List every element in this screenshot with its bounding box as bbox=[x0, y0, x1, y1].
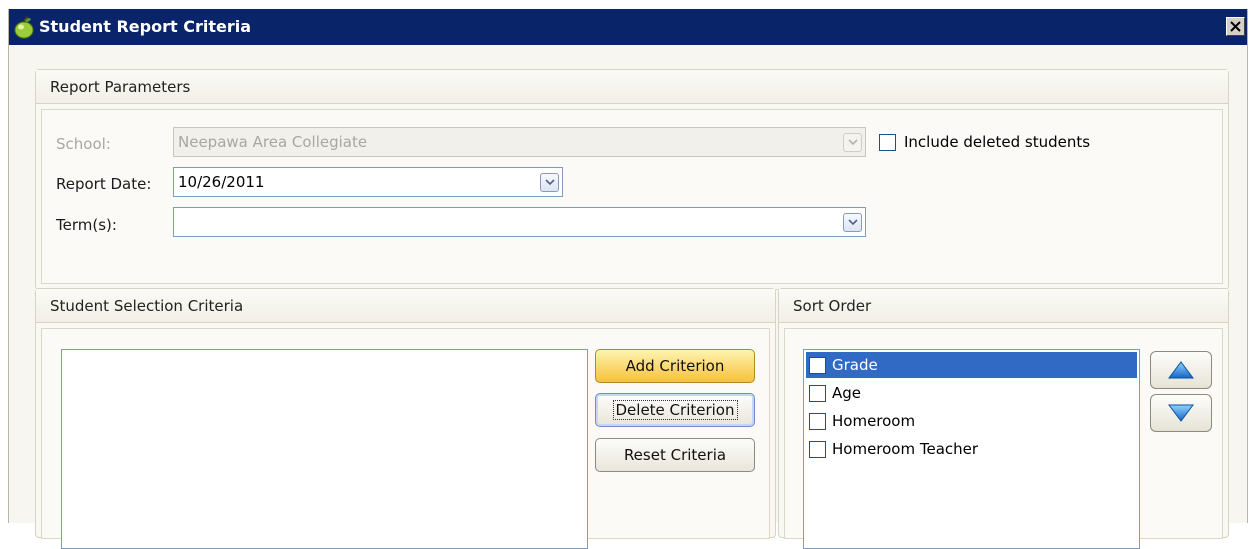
sort-item-label: Homeroom Teacher bbox=[832, 440, 979, 458]
delete-criterion-label: Delete Criterion bbox=[612, 400, 738, 420]
school-combo: Neepawa Area Collegiate bbox=[173, 127, 866, 157]
report-date-picker[interactable]: 10/26/2011 bbox=[173, 167, 563, 197]
arrow-up-icon bbox=[1168, 361, 1194, 379]
chevron-down-icon bbox=[847, 139, 858, 146]
sort-item-grade[interactable]: Grade bbox=[806, 352, 1137, 378]
include-deleted-row[interactable]: Include deleted students bbox=[879, 133, 1090, 151]
selection-criteria-body: Add Criterion Delete Criterion Reset Cri… bbox=[41, 328, 770, 549]
sort-order-panel: Sort Order Grade Age Homeroom Homeroom T… bbox=[778, 288, 1229, 549]
terms-combo[interactable] bbox=[173, 207, 866, 237]
apple-app-icon bbox=[14, 16, 34, 39]
chevron-down-icon bbox=[544, 179, 555, 186]
selection-criteria-panel: Student Selection Criteria Add Criterion… bbox=[35, 288, 776, 549]
sort-item-label: Grade bbox=[832, 356, 878, 374]
close-button[interactable] bbox=[1226, 17, 1245, 36]
title-bar[interactable]: Student Report Criteria bbox=[9, 9, 1247, 45]
sort-item-age[interactable]: Age bbox=[806, 380, 1137, 406]
delete-criterion-button[interactable]: Delete Criterion bbox=[595, 393, 755, 427]
window-title: Student Report Criteria bbox=[39, 17, 251, 36]
report-date-value: 10/26/2011 bbox=[178, 173, 265, 191]
school-value: Neepawa Area Collegiate bbox=[178, 133, 368, 151]
report-parameters-body: School: Neepawa Area Collegiate Include … bbox=[41, 109, 1223, 284]
sort-item-checkbox[interactable] bbox=[809, 412, 826, 430]
sort-item-checkbox[interactable] bbox=[809, 356, 826, 374]
sort-order-body: Grade Age Homeroom Homeroom Teacher bbox=[784, 328, 1223, 549]
report-parameters-panel: Report Parameters School: Neepawa Area C… bbox=[35, 69, 1229, 290]
report-date-dropdown-button[interactable] bbox=[540, 173, 559, 192]
sort-order-header: Sort Order bbox=[779, 289, 1228, 323]
school-label: School: bbox=[56, 135, 111, 153]
sort-item-checkbox[interactable] bbox=[809, 384, 826, 402]
chevron-down-icon bbox=[847, 219, 858, 226]
reset-criteria-button[interactable]: Reset Criteria bbox=[595, 438, 755, 472]
sort-order-list[interactable]: Grade Age Homeroom Homeroom Teacher bbox=[803, 349, 1140, 549]
terms-dropdown-button[interactable] bbox=[843, 213, 862, 232]
school-dropdown-button bbox=[843, 133, 862, 152]
include-deleted-checkbox[interactable] bbox=[879, 133, 896, 151]
selection-criteria-header: Student Selection Criteria bbox=[36, 289, 775, 323]
terms-label: Term(s): bbox=[56, 216, 117, 234]
sort-item-label: Homeroom bbox=[832, 412, 916, 430]
report-date-label: Report Date: bbox=[56, 175, 152, 193]
arrow-down-icon bbox=[1168, 404, 1194, 422]
sort-item-checkbox[interactable] bbox=[809, 440, 826, 458]
sort-item-label: Age bbox=[832, 384, 862, 402]
dialog-window: Student Report Criteria Report Parameter… bbox=[8, 9, 1248, 549]
move-up-button[interactable] bbox=[1150, 351, 1212, 389]
sort-item-homeroom[interactable]: Homeroom bbox=[806, 408, 1137, 434]
include-deleted-label: Include deleted students bbox=[904, 133, 1091, 151]
close-icon bbox=[1230, 21, 1241, 32]
criteria-list[interactable] bbox=[61, 349, 588, 549]
move-down-button[interactable] bbox=[1150, 394, 1212, 432]
add-criterion-button[interactable]: Add Criterion bbox=[595, 349, 755, 383]
report-parameters-header: Report Parameters bbox=[36, 70, 1228, 104]
sort-item-homeroom-teacher[interactable]: Homeroom Teacher bbox=[806, 436, 1137, 462]
